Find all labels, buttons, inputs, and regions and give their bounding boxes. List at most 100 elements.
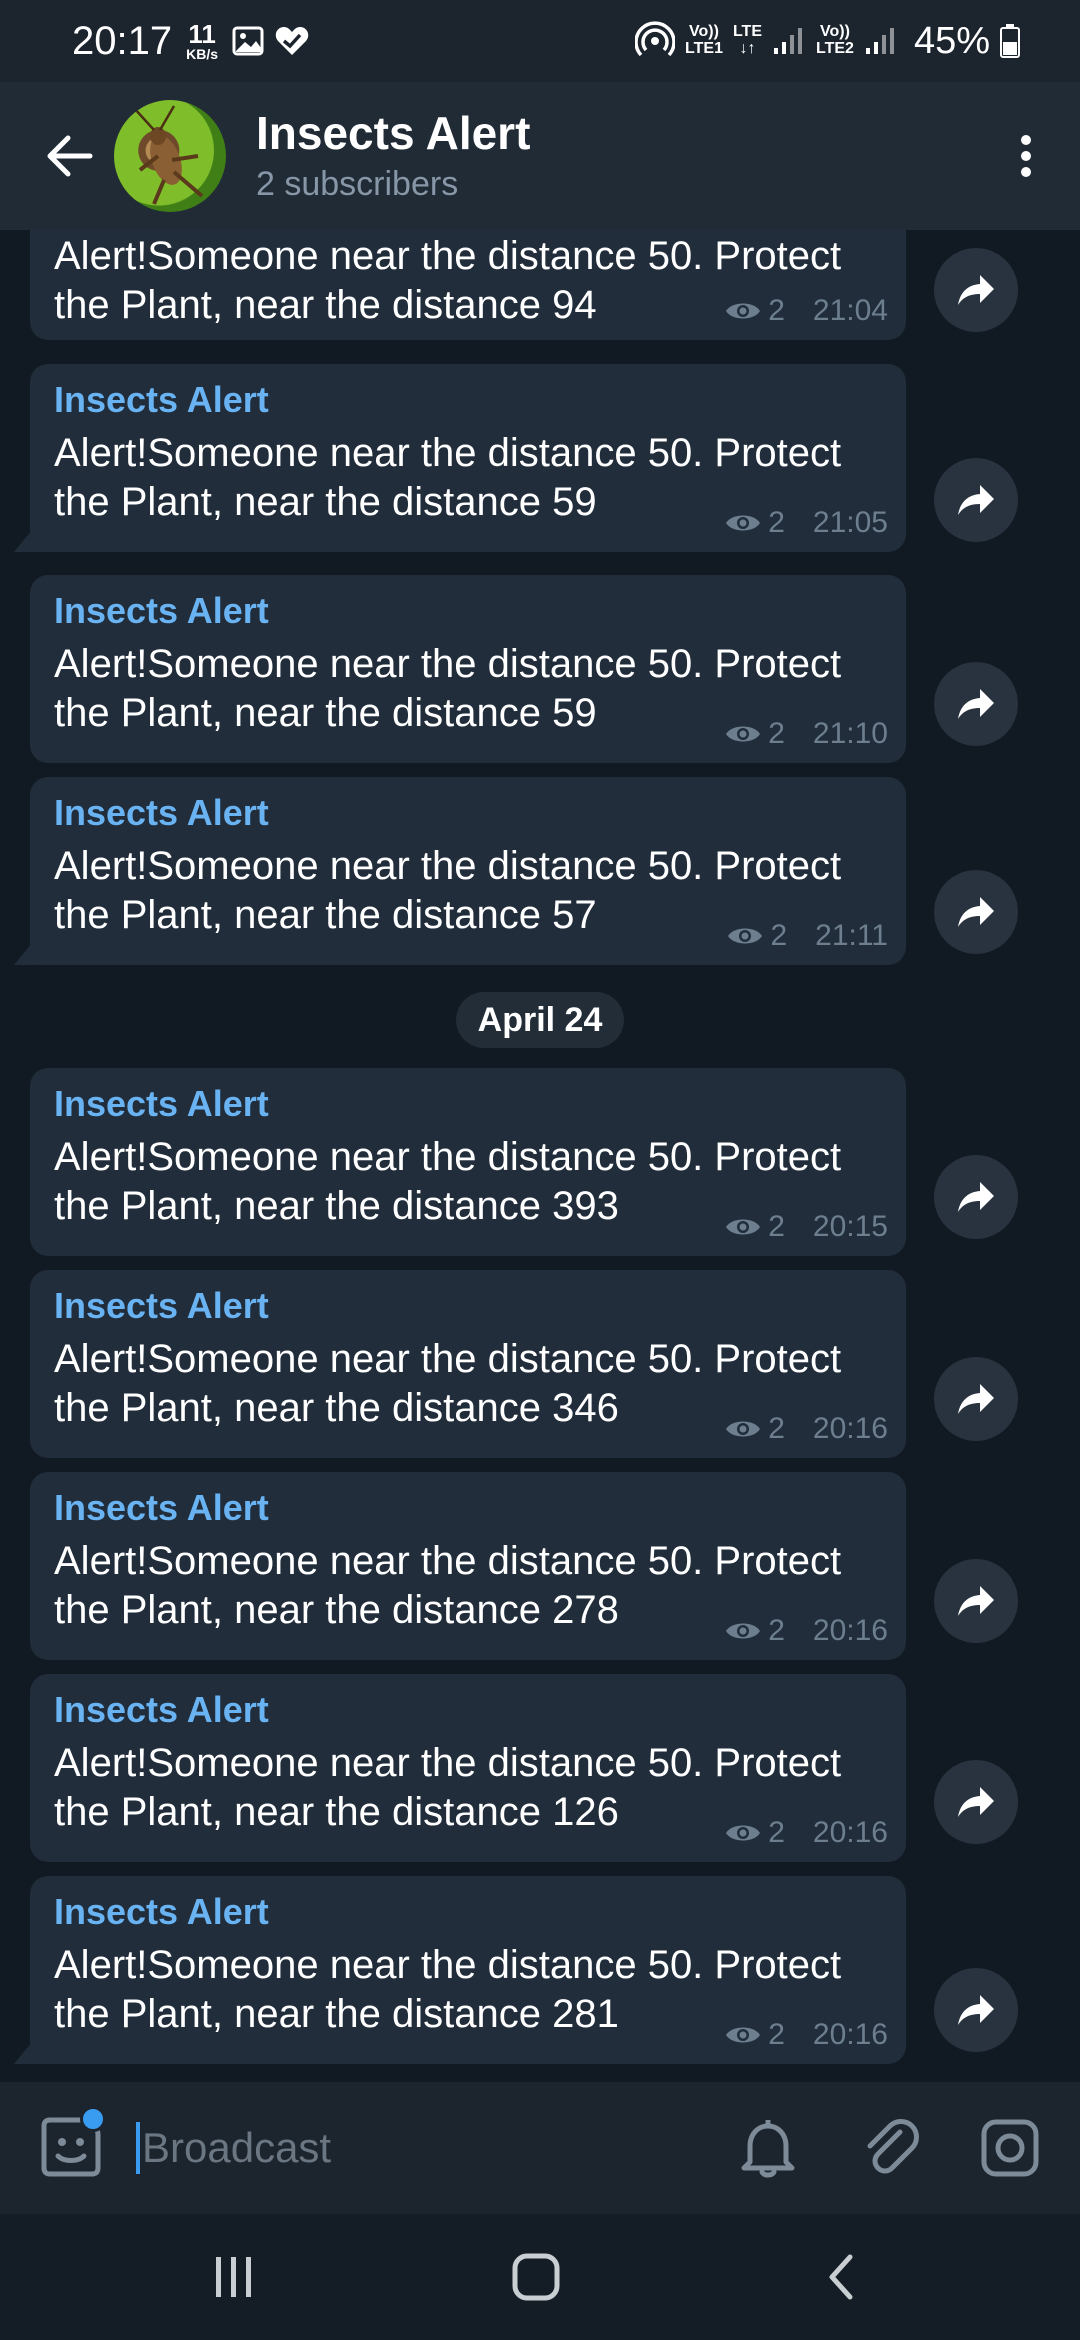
status-bar: 20:17 11 KB/s Vo)) LTE1 LTE ↓↑ Vo)) LTE2…	[0, 0, 1080, 82]
channel-info[interactable]: Insects Alert 2 subscribers	[256, 108, 530, 204]
eye-icon	[726, 1219, 761, 1235]
message-sender: Insects Alert	[54, 1689, 269, 1730]
message-time: 20:15	[812, 1210, 888, 1243]
view-count-value: 2	[768, 1614, 785, 1647]
share-icon	[958, 1182, 994, 1212]
message-time: 21:10	[812, 717, 888, 750]
camera-button[interactable]	[978, 2116, 1042, 2180]
view-count: 2	[724, 1614, 785, 1648]
message-bubble[interactable]: Insects Alert Alert!Someone near the dis…	[30, 1068, 906, 1256]
message-meta: 2 20:16	[724, 1412, 888, 1446]
message-sender: Insects Alert	[54, 1891, 269, 1932]
share-button[interactable]	[934, 1559, 1018, 1643]
chat-header: Insects Alert 2 subscribers	[0, 82, 1080, 230]
view-count: 2	[724, 2018, 785, 2052]
view-count-value: 2	[768, 1412, 785, 1445]
cricket-icon	[133, 105, 204, 205]
message-input-wrap[interactable]	[136, 2118, 702, 2178]
message-bubble[interactable]: Insects Alert Alert!Someone near the dis…	[30, 575, 906, 763]
signal-bars-2-icon	[865, 28, 894, 54]
message-sender: Insects Alert	[54, 590, 269, 631]
message-line: Alert!Someone near the distance 50. Prot…	[54, 1337, 842, 1382]
view-count: 2	[724, 717, 785, 751]
share-button[interactable]	[934, 458, 1018, 542]
health-heart-icon	[275, 27, 309, 55]
view-count-value: 2	[768, 506, 785, 539]
view-count: 2	[724, 506, 785, 540]
message-line: Alert!Someone near the distance 50. Prot…	[54, 1539, 842, 1584]
hotspot-icon	[635, 21, 676, 57]
system-nav-bar	[0, 2214, 1080, 2340]
back-arrow-icon	[47, 135, 93, 177]
view-count: 2	[724, 1816, 785, 1850]
sim2-volte: Vo)) LTE2	[816, 23, 854, 58]
view-count-value: 2	[770, 919, 788, 952]
eye-icon	[726, 303, 761, 319]
share-button[interactable]	[934, 1968, 1018, 2052]
silent-broadcast-button[interactable]	[736, 2116, 800, 2180]
network-speed: 11 KB/s	[186, 21, 218, 61]
message-line: Alert!Someone near the distance 50. Prot…	[54, 642, 842, 687]
message-meta: 2 21:04	[724, 294, 888, 328]
gallery-icon	[232, 26, 264, 56]
sticker-button[interactable]	[36, 2106, 106, 2182]
message-bubble[interactable]: Insects Alert Alert!Someone near the dis…	[30, 1270, 906, 1458]
share-button[interactable]	[934, 662, 1018, 746]
attach-button[interactable]	[858, 2116, 922, 2180]
eye-icon	[728, 928, 763, 944]
message-sender: Insects Alert	[54, 1487, 269, 1528]
lte-indicator-top: LTE	[732, 23, 762, 41]
message-time: 20:16	[812, 1614, 888, 1647]
message-time: 21:11	[815, 919, 888, 952]
message-bubble[interactable]: Alert!Someone near the distance 50. Prot…	[30, 230, 906, 340]
share-button[interactable]	[934, 1760, 1018, 1844]
eye-icon	[726, 726, 761, 742]
share-icon	[958, 1384, 994, 1414]
sim1-volte-bottom: LTE1	[685, 40, 723, 57]
home-button[interactable]	[496, 2244, 576, 2310]
message-line: Alert!Someone near the distance 50. Prot…	[54, 431, 842, 476]
share-icon	[958, 1586, 994, 1616]
battery-level: 45%	[913, 19, 990, 62]
message-sender: Insects Alert	[54, 379, 269, 420]
more-vert-icon	[1021, 135, 1031, 177]
message-time: 20:16	[812, 1412, 888, 1445]
network-speed-unit: KB/s	[186, 46, 219, 62]
message-sender: Insects Alert	[54, 792, 269, 833]
message-sender: Insects Alert	[54, 1285, 269, 1326]
eye-icon	[726, 2027, 761, 2043]
share-button[interactable]	[934, 1357, 1018, 1441]
broadcast-input[interactable]	[142, 2124, 702, 2172]
message-bubble[interactable]: Insects Alert Alert!Someone near the dis…	[30, 364, 906, 552]
share-button[interactable]	[934, 870, 1018, 954]
message-meta: 2 20:16	[724, 1614, 888, 1648]
channel-avatar[interactable]	[114, 100, 226, 212]
view-count-value: 2	[768, 1816, 785, 1849]
view-count-value: 2	[768, 717, 785, 750]
message-list[interactable]: Alert!Someone near the distance 50. Prot…	[0, 230, 1080, 2082]
signal-bars-icon	[774, 28, 802, 54]
message-line: Alert!Someone near the distance 50. Prot…	[54, 844, 842, 889]
home-icon	[512, 2253, 560, 2301]
view-count-value: 2	[768, 1210, 785, 1243]
message-bubble[interactable]: Insects Alert Alert!Someone near the dis…	[30, 1472, 906, 1660]
sim2-volte-bottom: LTE2	[816, 40, 854, 57]
back-nav-button[interactable]	[800, 2244, 880, 2310]
message-meta: 2 20:16	[724, 2018, 888, 2052]
network-speed-value: 11	[188, 19, 216, 49]
share-icon	[958, 689, 994, 719]
message-line: Alert!Someone near the distance 50. Prot…	[54, 1943, 842, 1988]
message-bubble[interactable]: Insects Alert Alert!Someone near the dis…	[30, 1876, 906, 2064]
recents-button[interactable]	[194, 2244, 274, 2310]
message-bubble[interactable]: Insects Alert Alert!Someone near the dis…	[30, 1674, 906, 1862]
view-count-value: 2	[768, 294, 785, 327]
view-count: 2	[726, 919, 787, 953]
more-options-button[interactable]	[996, 126, 1056, 186]
share-button[interactable]	[934, 248, 1018, 332]
message-meta: 2 21:11	[726, 919, 888, 953]
lte-indicator-bottom: ↓↑	[739, 40, 756, 57]
share-button[interactable]	[934, 1155, 1018, 1239]
message-bubble[interactable]: Insects Alert Alert!Someone near the dis…	[30, 777, 906, 965]
composer-bar	[0, 2082, 1080, 2214]
view-count: 2	[724, 1412, 785, 1446]
